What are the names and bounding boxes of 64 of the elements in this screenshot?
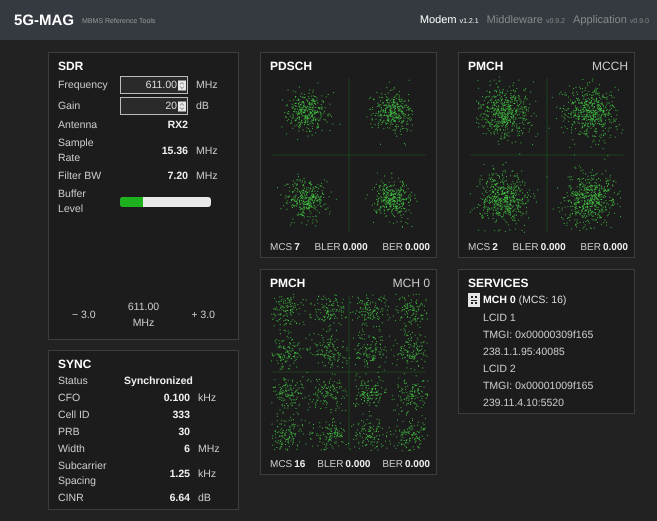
field-value: RX2 (166, 118, 188, 133)
field-value: 15.36 (160, 144, 188, 158)
field-label: CFO (58, 391, 82, 406)
panel-title: SYNC (58, 357, 92, 371)
field-label: Buffer Level (58, 187, 87, 217)
field-value: 333 (171, 408, 190, 423)
stat-text: BER 0.000 (382, 459, 430, 470)
panel-title: PMCH (270, 276, 306, 290)
panel-title: PDSCH (270, 59, 312, 73)
field-label: Status (58, 374, 89, 389)
unit-label: MHz (196, 144, 219, 158)
field-label: Frequency (58, 78, 109, 92)
mch-title: MCH 0 (MCS: 16) (483, 294, 566, 306)
spinner-icon[interactable] (178, 100, 186, 112)
field-value: 30 (177, 425, 190, 440)
unit-label: MHz (196, 169, 219, 184)
stat-text: BLER 0.000 (314, 242, 368, 253)
stat-text: BER 0.000 (580, 242, 628, 253)
field-value: 6.64 (168, 491, 190, 506)
panel-title: SDR (58, 59, 84, 73)
field-label: Cell ID (58, 408, 91, 423)
field-label: Antenna (58, 118, 98, 133)
panel-title: PMCH (468, 59, 504, 73)
field-label: PRB (58, 425, 81, 440)
qr-code-icon[interactable] (468, 293, 480, 307)
field-value: 6 (183, 442, 190, 457)
axis-label: − 3.0 (72, 309, 96, 321)
channel-label: MCH 0 (392, 276, 430, 290)
address-text: 239.11.4.10:5520 (482, 396, 565, 411)
address-text: 238.1.1.95:40085 (482, 345, 566, 360)
axis-label: 611.00 MHz (126, 300, 160, 331)
stat-text: MCS 2 (468, 242, 498, 253)
stat-text: BLER 0.000 (317, 459, 370, 470)
stat-text: MCS 16 (270, 459, 306, 470)
tmgi-text: TMGI: 0x00001009f165 (482, 379, 594, 394)
axis-label: + 3.0 (191, 309, 216, 321)
field-value: Synchronized (124, 374, 190, 389)
unit-label: dB (198, 491, 212, 506)
channel-label: MCCH (592, 59, 628, 73)
unit-label: MHz (198, 442, 221, 457)
field-label: CINR (58, 491, 85, 506)
lcid-label: LCID 2 (482, 362, 517, 377)
field-value: 1.25 (168, 466, 190, 482)
tmgi-text: TMGI: 0x00000309f165 (482, 328, 594, 343)
field-label: Sample Rate (58, 136, 95, 166)
field-label: Subcarrier Spacing (58, 459, 108, 489)
unit-label: kHz (198, 391, 218, 406)
unit-label: kHz (198, 466, 218, 482)
unit-label: MHz (196, 78, 219, 92)
unit-label: dB (196, 98, 210, 114)
stat-text: MCS 7 (270, 242, 300, 253)
field-label: Filter BW (58, 169, 102, 184)
spinner-icon[interactable] (178, 78, 186, 92)
field-label: Gain (58, 98, 82, 114)
logo-text: 5G-MAG (14, 12, 74, 28)
lcid-label: LCID 1 (482, 311, 517, 326)
field-value: 7.20 (166, 169, 188, 184)
panel-title: SERVICES (468, 276, 530, 290)
stat-text: BLER 0.000 (512, 242, 566, 253)
field-label: Width (58, 442, 86, 457)
number-input[interactable]: 611.00 (120, 76, 188, 94)
field-value: 0.100 (162, 391, 190, 406)
stat-text: BER 0.000 (382, 242, 430, 253)
number-input[interactable]: 20 (120, 97, 188, 115)
